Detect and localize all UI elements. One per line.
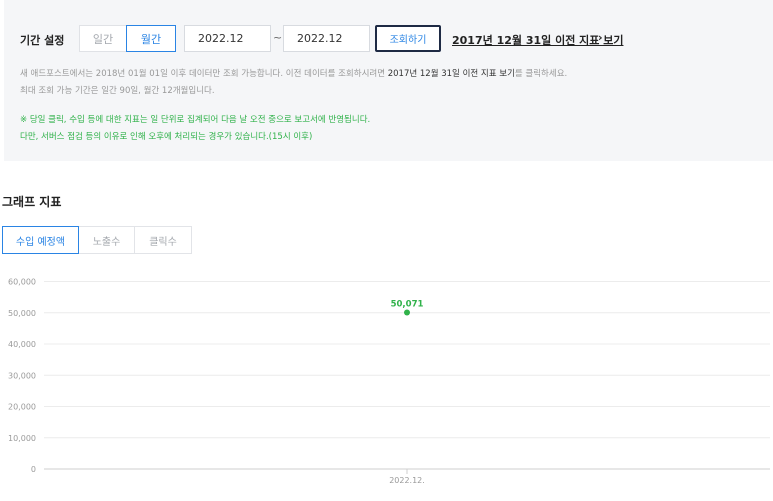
notice-data-range: 새 애드포스트에서는 2018년 01월 01일 이후 데이터만 조회 가능합니… [20, 67, 567, 79]
start-date-select[interactable]: 2022.12 [184, 25, 271, 52]
monthly-toggle-button[interactable]: 월간 [126, 25, 176, 52]
end-date-select[interactable]: 2022.12 [283, 25, 370, 52]
revenue-chart: 0 10,000 20,000 30,000 40,000 50,000 60,000 202… [8, 278, 770, 485]
y-tick-label: 0 [31, 465, 36, 474]
notice-data-range-text: 새 애드포스트에서는 2018년 01월 01일 이후 데이터만 조회 가능합니… [20, 69, 388, 79]
notice-legacy-link[interactable]: 2017년 12월 31일 이전 지표 보기 [388, 69, 515, 79]
notice-data-range-suffix: 를 클릭하세요. [514, 69, 568, 79]
daily-toggle-button[interactable]: 일간 [79, 25, 127, 52]
tab-clicks[interactable]: 클릭수 [134, 226, 192, 254]
chevron-right-icon: › [598, 31, 603, 44]
tab-expected-revenue[interactable]: 수입 예정액 [2, 226, 79, 254]
x-tick-label: 2022.12. [389, 476, 425, 485]
tab-impressions[interactable]: 노출수 [78, 226, 135, 254]
notice-daily-aggregation: ※ 당일 클릭, 수입 등에 대한 지표는 일 단위로 집계되어 다음 날 오전… [20, 115, 371, 125]
notice-maintenance-delay: 다만, 서버스 점검 등의 이유로 인해 오후에 처리되는 경우가 있습니다.(… [20, 132, 313, 142]
date-range-separator: ~ [273, 31, 283, 44]
data-point [404, 309, 410, 316]
search-button[interactable]: 조회하기 [375, 25, 441, 52]
y-tick-label: 30,000 [8, 371, 36, 380]
data-label: 50,071 [391, 300, 424, 310]
y-tick-label: 50,000 [8, 309, 36, 318]
y-tick-label: 20,000 [8, 403, 36, 412]
y-tick-label: 10,000 [8, 434, 36, 443]
y-tick-label: 40,000 [8, 340, 36, 349]
graph-section-title: 그래프 지표 [2, 195, 62, 209]
notice-max-period: 최대 조회 가능 기간은 일간 90일, 월간 12개월입니다. [20, 86, 215, 96]
y-tick-label: 60,000 [8, 278, 36, 287]
period-label: 기간 설정 [20, 34, 65, 47]
